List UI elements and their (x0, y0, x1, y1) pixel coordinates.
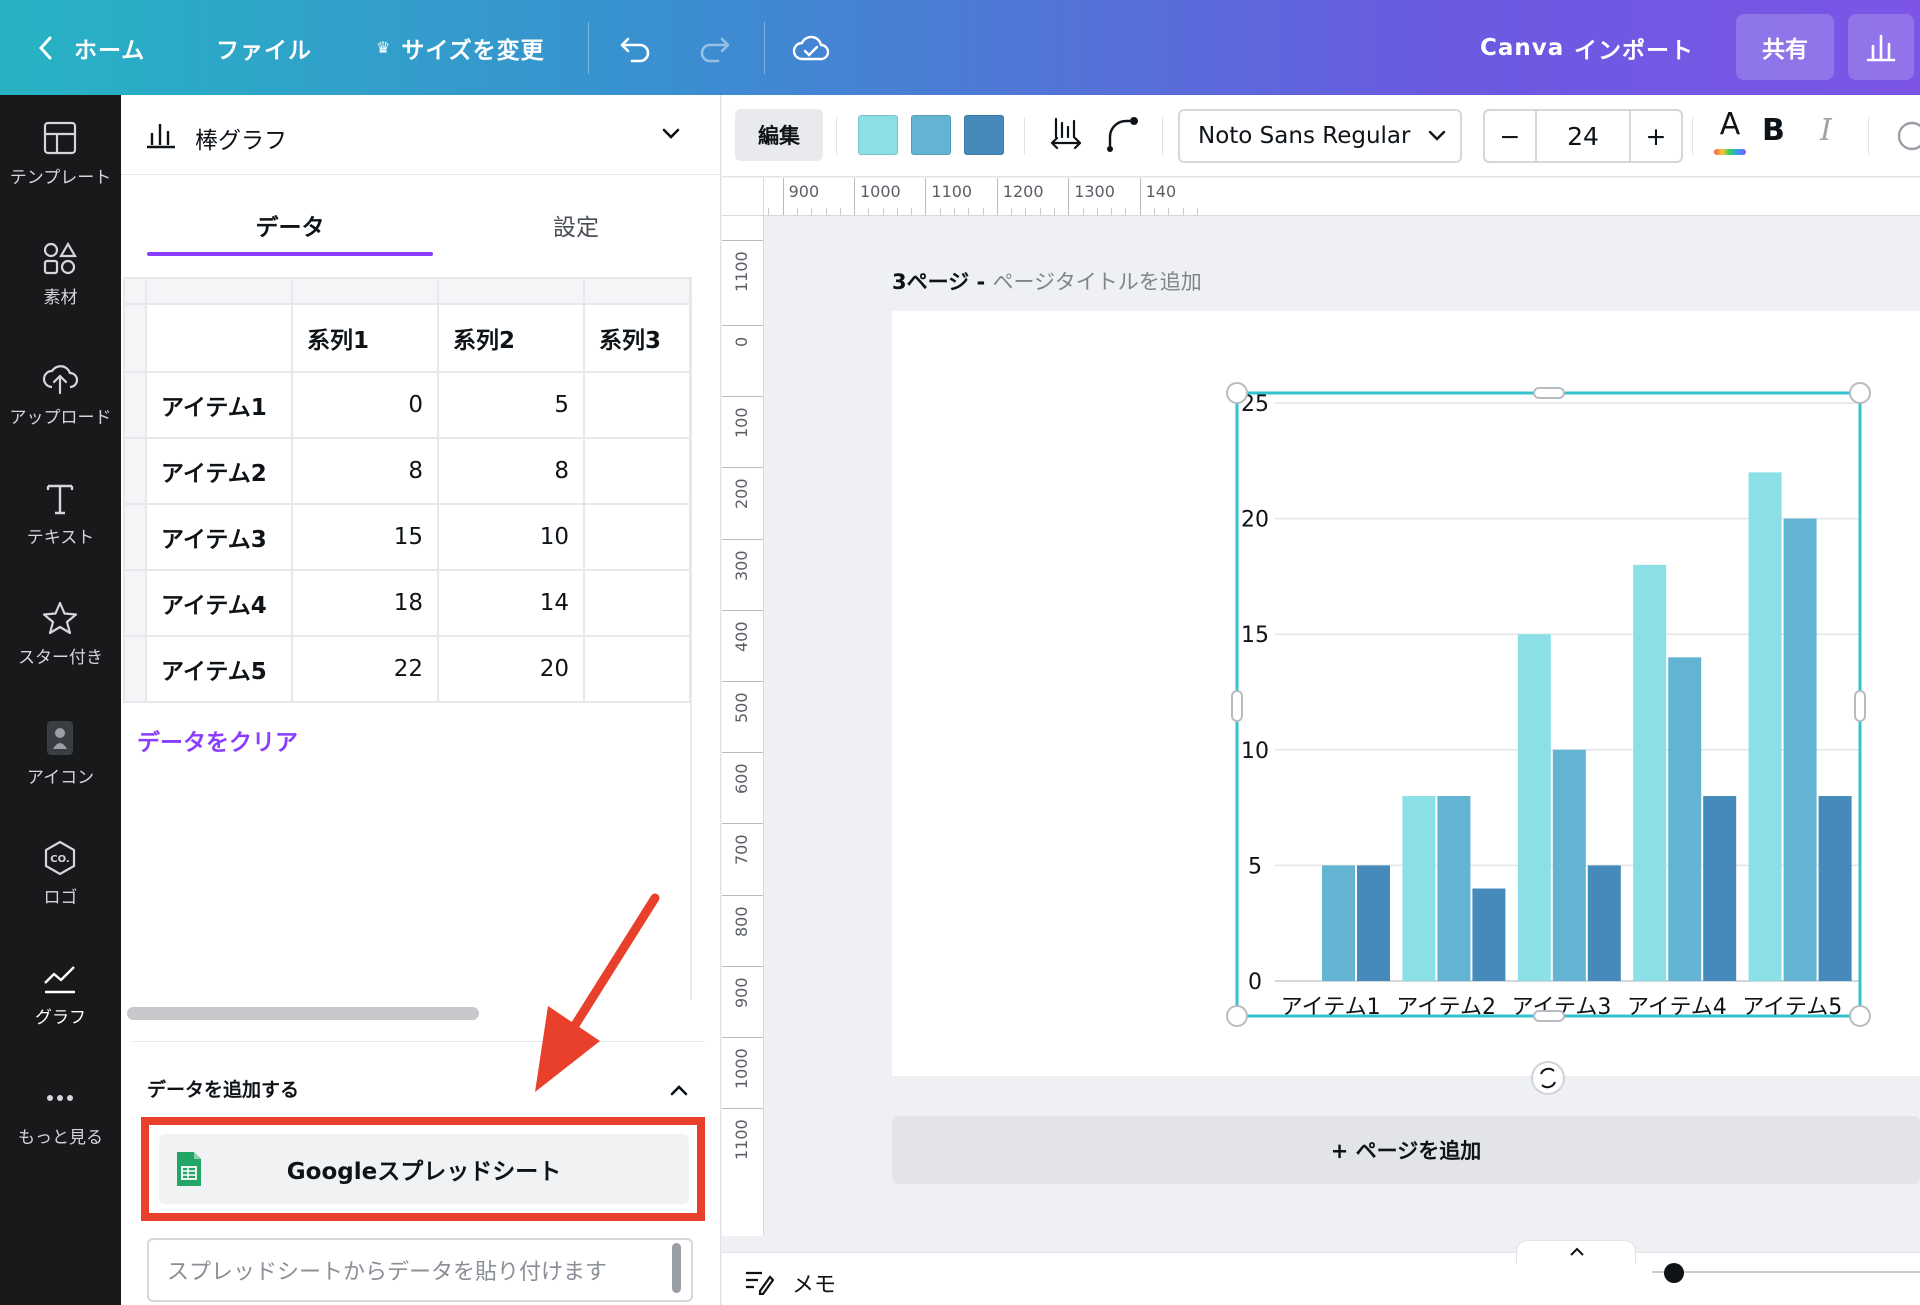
y-tick-label: 5 (1248, 854, 1262, 879)
resize-handle[interactable] (1226, 1005, 1248, 1027)
resize-handle[interactable] (1849, 1005, 1871, 1027)
bottom-bar: メモ (722, 1252, 1920, 1305)
bar-series3[interactable] (1703, 796, 1737, 981)
bar-series2[interactable] (1552, 749, 1586, 981)
bar-series2[interactable] (1668, 657, 1702, 981)
bar-series2[interactable] (1437, 796, 1471, 981)
resize-handle[interactable] (1231, 690, 1243, 722)
zoom-slider-thumb[interactable] (1664, 1263, 1684, 1283)
resize-handle[interactable] (1533, 387, 1565, 399)
resize-handle[interactable] (1849, 382, 1871, 404)
notes-icon (746, 1271, 774, 1295)
resize-handle[interactable] (1226, 382, 1248, 404)
bar-series3[interactable] (1472, 888, 1506, 981)
bar-series1[interactable] (1748, 472, 1782, 981)
y-tick-label: 10 (1241, 739, 1269, 764)
bar-series3[interactable] (1587, 865, 1621, 981)
bar-series3[interactable] (1357, 865, 1390, 981)
zoom-slider-track[interactable] (1652, 1271, 1920, 1273)
add-page-button[interactable]: + ページを追加 (892, 1116, 1920, 1184)
notes-expand-tab[interactable] (1516, 1240, 1636, 1264)
chevron-up-icon (1570, 1247, 1584, 1256)
bar-series1[interactable] (1633, 564, 1667, 981)
y-tick-label: 20 (1241, 508, 1269, 533)
resize-handle[interactable] (1854, 690, 1866, 722)
bar-chart[interactable]: 0510152025 アイテム1 アイテム2 アイテム3 アイテム4 アイテム5 (0, 0, 1920, 1305)
resize-handle[interactable] (1533, 1010, 1565, 1022)
notes-button[interactable]: メモ (792, 1267, 836, 1299)
bar-series1[interactable] (1402, 796, 1436, 981)
bar-series1[interactable] (1517, 634, 1551, 981)
y-tick-label: 15 (1241, 623, 1269, 648)
bar-series2[interactable] (1322, 865, 1355, 981)
y-tick-label: 0 (1248, 970, 1262, 995)
bar-series2[interactable] (1783, 518, 1817, 981)
rotate-handle[interactable] (1531, 1061, 1565, 1095)
bar-series3[interactable] (1818, 796, 1852, 981)
